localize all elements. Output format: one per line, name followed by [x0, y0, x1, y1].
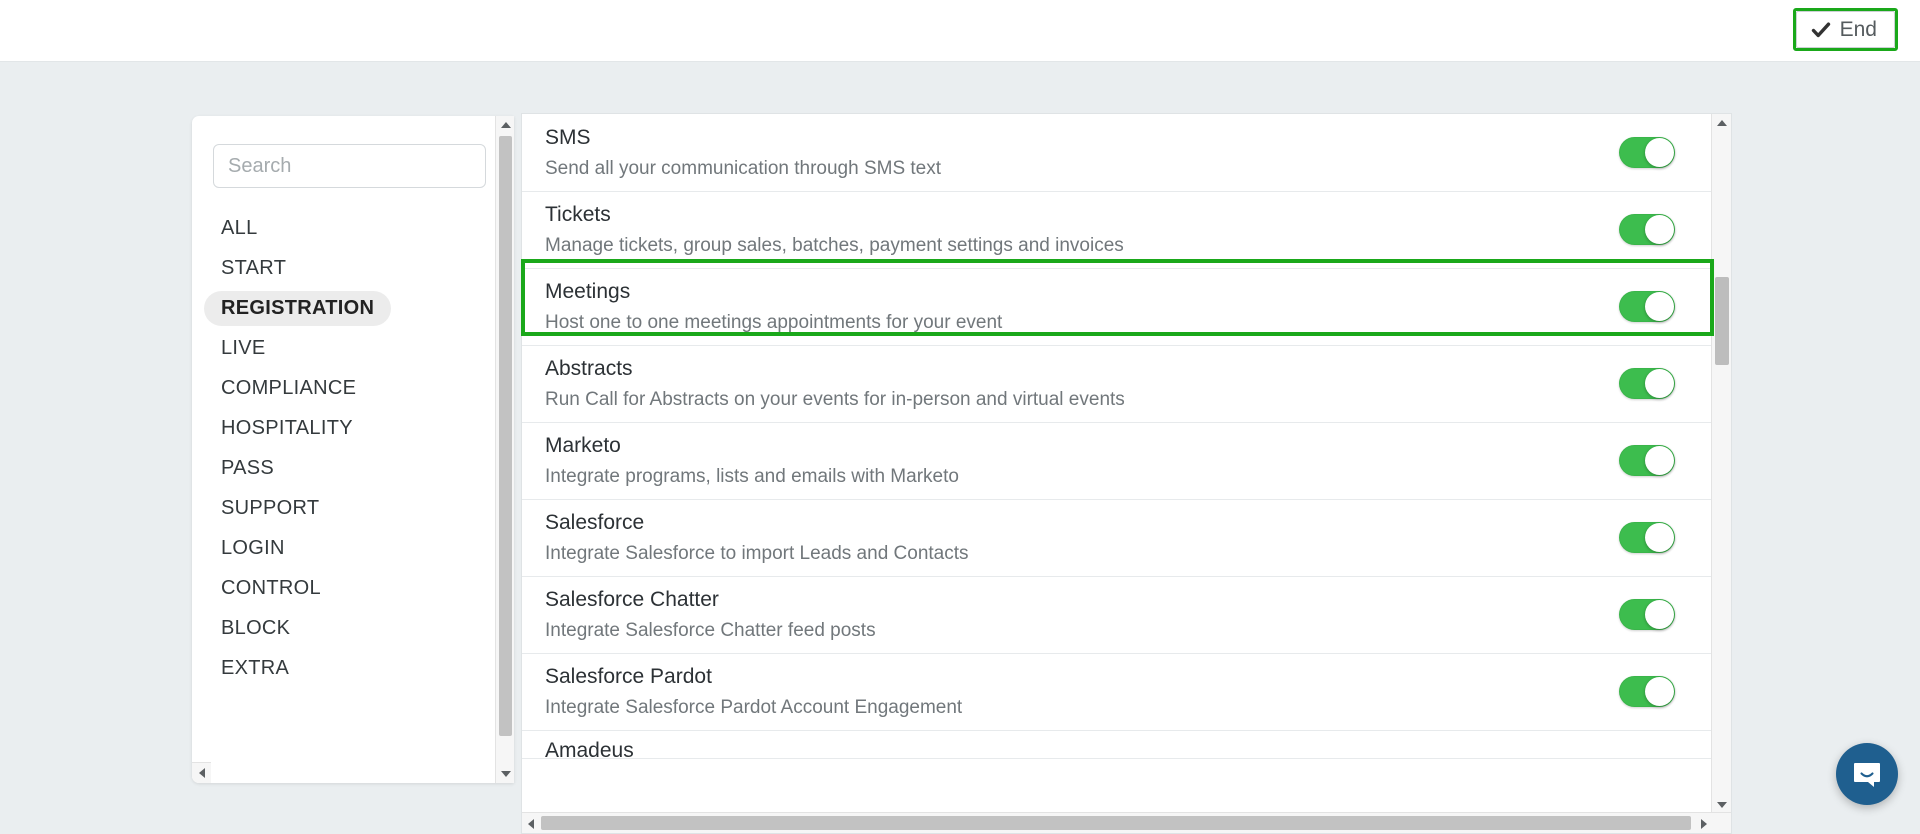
row-description: Host one to one meetings appointments fo… — [545, 312, 1003, 333]
end-button[interactable]: End — [1795, 11, 1895, 48]
row-title: Salesforce Pardot — [545, 665, 712, 688]
end-button-highlight: End — [1792, 8, 1898, 51]
top-bar: End — [0, 0, 1920, 62]
toggle-knob — [1645, 215, 1674, 244]
panel-scroll-left-arrow-icon[interactable] — [522, 813, 540, 833]
table-row[interactable]: Amadeus — [522, 731, 1712, 759]
sidebar-vertical-scrollbar[interactable] — [495, 116, 514, 783]
sidebar-item-all[interactable]: ALL — [204, 211, 275, 246]
end-button-label: End — [1839, 18, 1877, 41]
table-row[interactable]: Meetings Host one to one meetings appoin… — [522, 269, 1712, 346]
toggle-knob — [1645, 446, 1674, 475]
table-row[interactable]: Salesforce Integrate Salesforce to impor… — [522, 500, 1712, 577]
toggle-knob — [1645, 292, 1674, 321]
row-description: Integrate Salesforce Pardot Account Enga… — [545, 697, 963, 718]
sidebar-item-support[interactable]: SUPPORT — [204, 491, 336, 526]
integrations-panel: SMS Send all your communication through … — [521, 113, 1732, 834]
table-row[interactable]: Salesforce Chatter Integrate Salesforce … — [522, 577, 1712, 654]
row-description: Manage tickets, group sales, batches, pa… — [545, 235, 1124, 256]
check-icon — [1811, 20, 1831, 40]
sidebar-scroll-thumb[interactable] — [499, 136, 512, 736]
sidebar-item-block[interactable]: BLOCK — [204, 611, 307, 646]
table-row[interactable]: Tickets Manage tickets, group sales, bat… — [522, 192, 1712, 269]
sidebar-item-hospitality[interactable]: HOSPITALITY — [204, 411, 370, 446]
row-title: Amadeus — [545, 739, 634, 759]
row-toggle[interactable] — [1619, 599, 1675, 630]
row-description: Run Call for Abstracts on your events fo… — [545, 389, 1125, 410]
row-title: Meetings — [545, 280, 631, 303]
sidebar-item-registration[interactable]: REGISTRATION — [204, 291, 392, 326]
sidebar-item-control[interactable]: CONTROL — [204, 571, 338, 606]
row-title: SMS — [545, 126, 591, 149]
sidebar-hscroll-left-arrow[interactable] — [192, 762, 211, 783]
row-toggle[interactable] — [1619, 445, 1675, 476]
row-toggle[interactable] — [1619, 137, 1675, 168]
sidebar-item-live[interactable]: LIVE — [204, 331, 283, 366]
sidebar-item-login[interactable]: LOGIN — [204, 531, 302, 566]
category-nav-list: ALL START REGISTRATION LIVE COMPLIANCE H… — [192, 211, 492, 691]
sidebar-item-extra[interactable]: EXTRA — [204, 651, 306, 686]
toggle-knob — [1645, 523, 1674, 552]
scroll-up-arrow-icon[interactable] — [496, 116, 514, 134]
row-description: Integrate programs, lists and emails wit… — [545, 466, 959, 487]
table-row[interactable]: Salesforce Pardot Integrate Salesforce P… — [522, 654, 1712, 731]
search-input[interactable] — [213, 144, 486, 188]
toggle-knob — [1645, 138, 1674, 167]
panel-hscroll-thumb[interactable] — [541, 816, 1691, 830]
row-toggle[interactable] — [1619, 214, 1675, 245]
table-row[interactable]: Abstracts Run Call for Abstracts on your… — [522, 346, 1712, 423]
panel-vertical-scrollbar[interactable] — [1711, 114, 1731, 814]
toggle-knob — [1645, 600, 1674, 629]
panel-scroll-thumb[interactable] — [1715, 277, 1729, 365]
toggle-knob — [1645, 677, 1674, 706]
sidebar-item-compliance[interactable]: COMPLIANCE — [204, 371, 373, 406]
scroll-down-arrow-icon[interactable] — [496, 765, 514, 783]
row-title: Abstracts — [545, 357, 633, 380]
row-description: Send all your communication through SMS … — [545, 158, 942, 179]
category-sidebar: ALL START REGISTRATION LIVE COMPLIANCE H… — [192, 116, 514, 783]
toggle-knob — [1645, 369, 1674, 398]
table-row[interactable]: Marketo Integrate programs, lists and em… — [522, 423, 1712, 500]
page-body: ALL START REGISTRATION LIVE COMPLIANCE H… — [0, 62, 1920, 834]
row-toggle[interactable] — [1619, 291, 1675, 322]
row-toggle[interactable] — [1619, 368, 1675, 399]
sidebar-item-start[interactable]: START — [204, 251, 303, 286]
panel-horizontal-scrollbar[interactable] — [522, 812, 1731, 833]
sidebar-item-pass[interactable]: PASS — [204, 451, 291, 486]
row-title: Salesforce — [545, 511, 645, 534]
row-title: Tickets — [545, 203, 611, 226]
chat-bubble-icon — [1851, 758, 1883, 790]
row-toggle[interactable] — [1619, 522, 1675, 553]
row-description: Integrate Salesforce Chatter feed posts — [545, 620, 876, 641]
row-description: Integrate Salesforce to import Leads and… — [545, 543, 969, 564]
integration-row-list: SMS Send all your communication through … — [522, 115, 1712, 759]
panel-scroll-up-arrow-icon[interactable] — [1712, 114, 1731, 132]
row-title: Marketo — [545, 434, 621, 457]
intercom-launcher-button[interactable] — [1836, 743, 1898, 805]
row-toggle[interactable] — [1619, 676, 1675, 707]
panel-scroll-right-arrow-icon[interactable] — [1695, 813, 1713, 833]
table-row[interactable]: SMS Send all your communication through … — [522, 115, 1712, 192]
row-title: Salesforce Chatter — [545, 588, 719, 611]
